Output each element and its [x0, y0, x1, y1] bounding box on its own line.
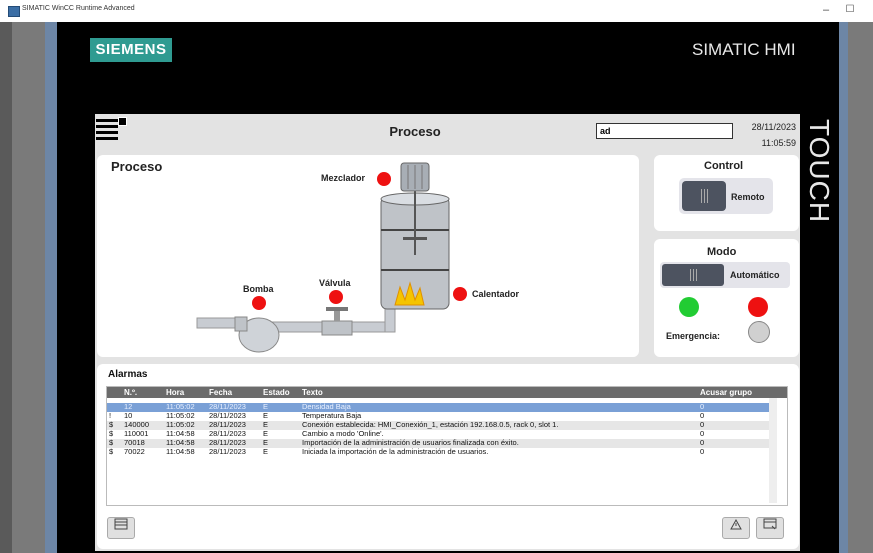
col-time-header[interactable]: Hora [166, 387, 184, 398]
siemens-logo: SIEMENS [90, 38, 172, 62]
table-row[interactable]: $ 140000 11:05:02 28/11/2023 E Conexión … [107, 420, 769, 430]
row-group: 0 [700, 447, 705, 456]
emergency-button[interactable] [748, 321, 770, 343]
maximize-button[interactable]: ☐ [842, 2, 858, 18]
left-strip [0, 22, 12, 553]
mode-ok-indicator [679, 297, 699, 317]
mixer-status-indicator [377, 172, 391, 186]
control-switch-label: Remoto [731, 192, 765, 202]
col-num-header[interactable]: N.º. [124, 387, 137, 398]
mixer-label: Mezclador [321, 173, 366, 183]
heater-status-indicator [453, 287, 467, 301]
touch-label: TOUCH [800, 112, 839, 230]
alarm-list-button[interactable] [107, 517, 135, 539]
acknowledge-icon [730, 518, 742, 530]
row-num: 70022 [124, 447, 145, 456]
alarm-edit-button[interactable] [756, 517, 784, 539]
product-name: SIMATIC HMI [692, 40, 796, 59]
col-text-header[interactable]: Texto [302, 387, 323, 398]
valve-label: Válvula [319, 278, 351, 288]
col-state-header[interactable]: Estado [263, 387, 290, 398]
window-title: SIMATIC WinCC Runtime Advanced [22, 5, 135, 12]
control-switch-knob[interactable] [682, 181, 726, 211]
alarm-table[interactable]: N.º. Hora Fecha Estado Texto Acusar grup… [106, 386, 788, 506]
row-flag: $ [109, 447, 114, 456]
valve-status-indicator [329, 290, 343, 304]
col-group-header[interactable]: Acusar grupo [700, 387, 752, 398]
time-display: 11:05:59 [761, 138, 796, 148]
pump-label: Bomba [243, 284, 274, 294]
mode-title: Modo [707, 246, 737, 258]
table-edit-icon [763, 518, 777, 530]
row-text: Iniciada la importación de la administra… [302, 447, 489, 456]
pump-status-indicator [252, 296, 266, 310]
app-icon [8, 6, 20, 17]
heater-label: Calentador [472, 289, 520, 299]
row-time: 11:04:58 [166, 447, 195, 456]
process-diagram [196, 162, 450, 353]
mode-switch-label: Automático [730, 270, 780, 280]
screen-title: Proceso [389, 124, 441, 139]
acknowledge-button[interactable] [722, 517, 750, 539]
row-date: 28/11/2023 [209, 447, 246, 456]
date-display: 28/11/2023 [751, 122, 796, 132]
mode-switch[interactable]: Automático [660, 262, 790, 288]
user-field[interactable]: ad [596, 123, 733, 139]
mode-fault-indicator [748, 297, 768, 317]
col-date-header[interactable]: Fecha [209, 387, 232, 398]
mode-switch-knob[interactable] [662, 264, 724, 286]
minimize-button[interactable]: – [818, 2, 834, 18]
list-icon [114, 518, 128, 530]
alarms-title: Alarmas [108, 369, 148, 380]
emergency-label: Emergencia: [666, 331, 721, 341]
table-row[interactable]: 12 11:05:02 28/11/2023 E Densidad Baja 0 [107, 402, 769, 412]
control-title: Control [704, 160, 744, 172]
alarm-table-header: N.º. Hora Fecha Estado Texto Acusar grup… [107, 387, 787, 398]
row-state: E [263, 447, 269, 456]
menu-icon[interactable] [96, 117, 127, 147]
valve-icon [321, 320, 353, 336]
control-switch[interactable]: Remoto [679, 178, 773, 214]
table-row[interactable]: $ 70022 11:04:58 28/11/2023 E Iniciada l… [107, 447, 769, 457]
window-titlebar: SIMATIC WinCC Runtime Advanced – ☐ [0, 0, 873, 22]
table-scrollbar[interactable] [769, 398, 777, 503]
